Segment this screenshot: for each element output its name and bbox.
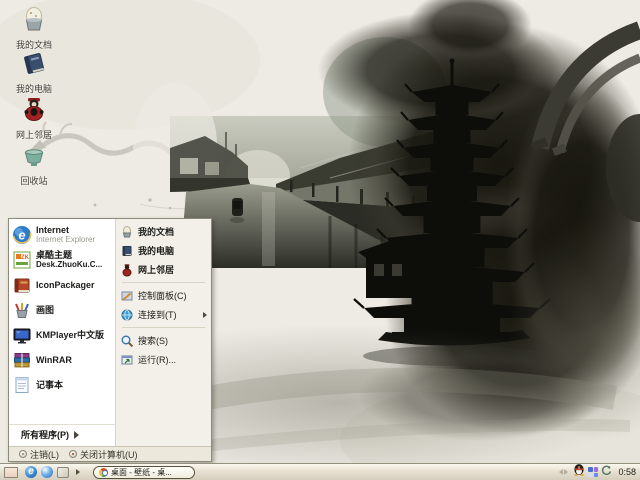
quick-launch-overflow-icon[interactable] <box>76 469 80 475</box>
notepad-icon <box>12 375 32 395</box>
start-menu-pinned-column: e Internet Internet Explorer ZK 桌酷主题 Des… <box>9 219 116 446</box>
desktop-icon-label: 回收站 <box>20 176 48 186</box>
kmplayer-monitor-icon <box>12 325 32 345</box>
menu-item-search[interactable]: 搜索(S) <box>116 331 211 350</box>
menu-item-title: 记事本 <box>36 379 64 390</box>
menu-item-label: 连接到(T) <box>138 310 177 320</box>
windows-messenger-icon[interactable] <box>588 467 599 477</box>
menu-item-title: Internet <box>36 224 70 235</box>
menu-item-network-places[interactable]: 网上邻居 <box>116 260 211 279</box>
winrar-books-icon <box>12 350 32 370</box>
search-icon <box>120 334 134 348</box>
desktop-icon-label: 网上邻居 <box>15 130 52 140</box>
menu-separator <box>122 327 205 328</box>
taskbar-clock[interactable]: 0:58 <box>618 467 636 477</box>
control-panel-icon <box>120 289 134 303</box>
menu-item-winrar[interactable]: WinRAR <box>9 347 115 372</box>
submenu-arrow-icon <box>203 311 207 318</box>
menu-item-zhuoku-theme[interactable]: ZK 桌酷主题 Desk.ZhuoKu.C... <box>9 247 115 272</box>
network-places-icon <box>120 263 134 277</box>
desktop-icon-my-documents[interactable]: 我的文档 <box>4 4 64 50</box>
internet-explorer-icon[interactable]: e <box>25 466 37 478</box>
desktop-icon-network-places[interactable]: 网上邻居 <box>4 94 64 140</box>
iconpackager-book-icon <box>12 275 32 295</box>
task-button-label: 桌面 - 壁纸 - 桌... <box>111 467 172 477</box>
menu-item-label: 我的电脑 <box>138 246 175 256</box>
blue-book-icon <box>19 48 49 83</box>
log-off-icon <box>19 450 27 458</box>
menu-item-connect-to[interactable]: 连接到(T) <box>116 305 211 324</box>
connect-to-globe-icon <box>120 308 134 322</box>
my-documents-icon <box>120 225 134 239</box>
menu-item-iconpackager[interactable]: IconPackager <box>9 272 115 297</box>
start-button[interactable] <box>4 466 18 478</box>
celadon-bowl-icon <box>19 140 49 175</box>
zhuoku-app-icon: ZK <box>12 250 32 270</box>
start-menu-bottom-bar: 注销(L) 关闭计算机(U) <box>9 446 211 461</box>
menu-item-title: 桌酷主题 <box>36 249 73 260</box>
taskbar: e 桌面 - 壁纸 - 桌... 0:58 <box>0 463 640 480</box>
menu-item-kmplayer[interactable]: KMPlayer中文版 <box>9 322 115 347</box>
menu-item-label: 搜索(S) <box>138 336 168 346</box>
paint-brushes-icon <box>12 300 32 320</box>
svg-text:ZK: ZK <box>21 255 30 261</box>
menu-separator <box>122 282 205 283</box>
menu-item-label: 运行(R)... <box>138 355 176 365</box>
qq-icon[interactable] <box>573 463 585 480</box>
opera-figure-icon <box>19 94 49 129</box>
taskbar-task-button[interactable]: 桌面 - 壁纸 - 桌... <box>93 465 195 479</box>
menu-item-paint[interactable]: 画图 <box>9 297 115 322</box>
turn-off-icon <box>69 450 77 458</box>
menu-item-title: WinRAR <box>36 354 72 365</box>
menu-item-my-documents[interactable]: 我的文档 <box>116 222 211 241</box>
all-programs-button[interactable]: 所有程序(P) <box>9 424 115 444</box>
browser-icon <box>99 467 108 477</box>
menu-item-internet[interactable]: e Internet Internet Explorer <box>9 222 115 247</box>
start-menu: e Internet Internet Explorer ZK 桌酷主题 Des… <box>8 218 212 462</box>
desktop: 我的文档 我的电脑 网上邻居 回收站 e Internet Internet E… <box>0 0 640 480</box>
menu-item-run[interactable]: 运行(R)... <box>116 350 211 369</box>
desktop-icon-label: 我的电脑 <box>15 84 52 94</box>
menu-item-label: 我的文档 <box>138 227 175 237</box>
menu-item-title: IconPackager <box>36 279 95 290</box>
menu-item-title: 画图 <box>36 304 55 315</box>
submenu-arrow-icon <box>74 430 79 439</box>
start-menu-places-column: 我的文档 我的电脑 网上邻居 控制面板(C) 连接到(T) 搜索(S) 运行(R… <box>116 219 211 446</box>
tray-resize-handle-icon[interactable] <box>559 469 569 475</box>
menu-item-my-computer[interactable]: 我的电脑 <box>116 241 211 260</box>
start-menu-body: e Internet Internet Explorer ZK 桌酷主题 Des… <box>9 219 211 446</box>
menu-item-notepad[interactable]: 记事本 <box>9 372 115 397</box>
update-swirl-icon[interactable] <box>601 463 612 480</box>
egg-cup-icon <box>19 4 49 39</box>
menu-item-subtitle: Internet Explorer <box>36 234 96 244</box>
system-tray: 0:58 <box>559 463 640 480</box>
show-desktop-icon[interactable] <box>57 466 69 478</box>
run-icon <box>120 353 134 367</box>
my-computer-icon <box>120 244 134 258</box>
log-off-button[interactable]: 注销(L) <box>19 448 59 461</box>
desktop-icon-my-computer[interactable]: 我的电脑 <box>4 48 64 94</box>
turn-off-label: 关闭计算机(U) <box>80 449 138 460</box>
menu-item-label: 控制面板(C) <box>138 291 187 301</box>
log-off-label: 注销(L) <box>30 449 59 460</box>
menu-item-label: 网上邻居 <box>138 265 175 275</box>
menu-item-control-panel[interactable]: 控制面板(C) <box>116 286 211 305</box>
turn-off-computer-button[interactable]: 关闭计算机(U) <box>69 448 138 461</box>
quick-launch-bar: e <box>25 466 80 478</box>
desktop-icon-recycle-bin[interactable]: 回收站 <box>4 140 64 186</box>
all-programs-label: 所有程序(P) <box>21 430 69 440</box>
menu-item-title: KMPlayer中文版 <box>36 329 105 340</box>
svg-text:e: e <box>18 227 25 242</box>
menu-item-subtitle: Desk.ZhuoKu.C... <box>36 259 103 269</box>
media-player-orb-icon[interactable] <box>41 466 53 478</box>
internet-explorer-icon: e <box>12 225 32 245</box>
